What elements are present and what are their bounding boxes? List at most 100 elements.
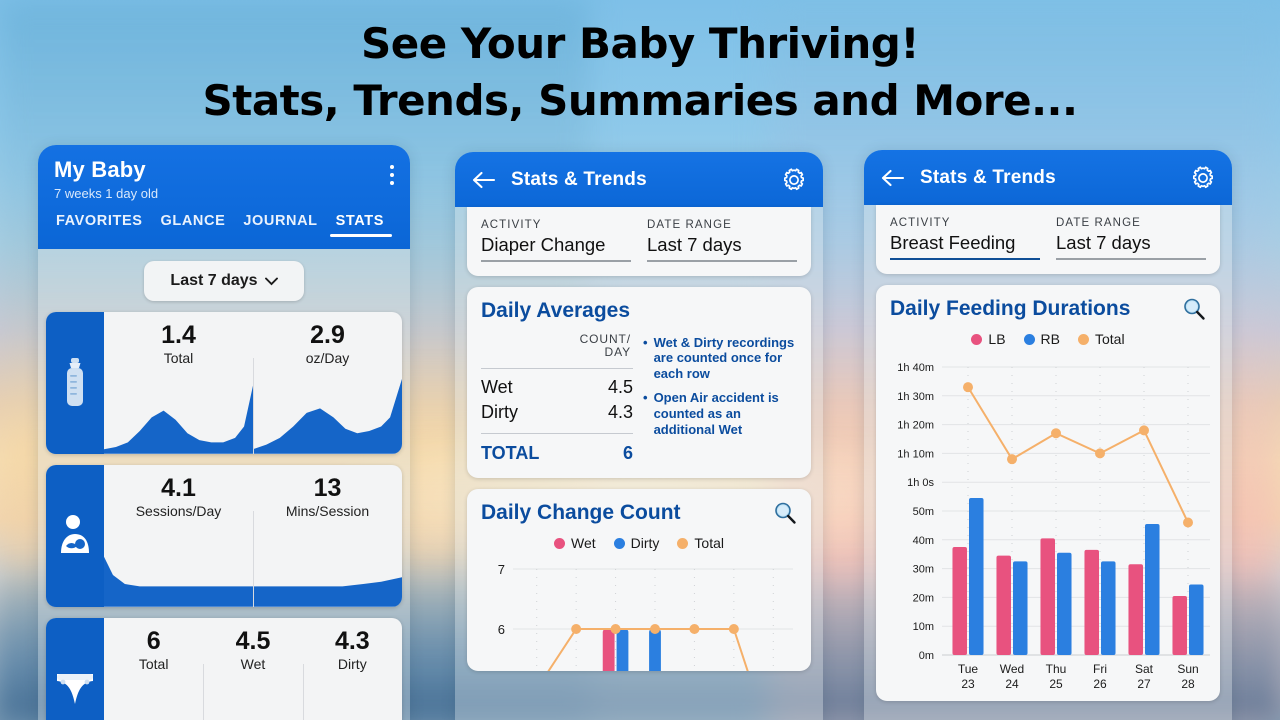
divider [481, 368, 633, 370]
legend-label: LB [988, 331, 1006, 347]
note-text: Wet & Dirty recordings are counted once … [653, 334, 795, 382]
svg-text:1h 10m: 1h 10m [897, 448, 934, 460]
svg-text:50m: 50m [913, 506, 934, 518]
stat-value: 4.1 [161, 474, 196, 502]
activity-selector[interactable]: ACTIVITY Diaper Change [481, 219, 631, 262]
legend-swatch [677, 537, 689, 549]
stat-label: Dirty [337, 656, 367, 673]
svg-text:Sun: Sun [1177, 662, 1198, 676]
svg-text:27: 27 [1137, 677, 1151, 691]
content-area: ACTIVITY Breast Feeding DATE RANGE Last … [864, 205, 1232, 701]
tab-glance[interactable]: GLANCE [161, 213, 226, 237]
legend-swatch [1078, 333, 1089, 345]
svg-text:Fri: Fri [1093, 662, 1107, 676]
content-area: ACTIVITY Diaper Change DATE RANGE Last 7… [455, 207, 823, 672]
gear-icon[interactable] [781, 167, 807, 193]
stat-card-breastfeeding[interactable]: 4.1 Sessions/Day 13 Mins/Session [46, 465, 402, 607]
breastfeeding-icon [46, 465, 104, 607]
daily-change-count-card: Daily Change Count Wet Dirty Total 567 [467, 489, 811, 672]
stat-cell: 2.9 oz/Day [253, 312, 402, 454]
app-bar: Stats & Trends [864, 150, 1232, 205]
headline-line-2: Stats, Trends, Summaries and More... [202, 76, 1078, 125]
stat-cell: 13 Mins/Session [253, 465, 402, 607]
chart-legend: Wet Dirty Total [481, 535, 797, 551]
magnifier-icon[interactable] [773, 501, 797, 525]
daily-change-count-chart[interactable]: 567 [481, 559, 797, 672]
stat-card-feeding-bottle[interactable]: 1.4 Total 2.9 oz/Day [46, 312, 402, 454]
legend-item-dirty: Dirty [613, 535, 659, 551]
table-row: Dirty 4.3 [481, 400, 633, 425]
magnifier-icon[interactable] [1182, 297, 1206, 321]
chevron-down-icon [264, 277, 278, 285]
svg-text:28: 28 [1181, 677, 1195, 691]
gear-icon[interactable] [1190, 165, 1216, 191]
legend-label: Total [1095, 331, 1125, 347]
stat-value: 4.3 [334, 627, 370, 655]
page-title: Stats & Trends [511, 168, 647, 190]
phone-screenshot-3: Stats & Trends ACTIVITY Breast Feeding D… [864, 150, 1232, 720]
svg-text:7: 7 [498, 562, 505, 577]
stat-cell: 4.1 Sessions/Day [104, 465, 253, 607]
phone-screenshot-2: Stats & Trends ACTIVITY Diaper Change DA… [455, 152, 823, 720]
date-range-label: DATE RANGE [647, 219, 732, 231]
sparkline [303, 678, 402, 720]
daily-feeding-durations-chart[interactable]: 0m 10m 20m 30m 40m 50m 1h 0s 1h 10m 1h 20m 1h 30m… [890, 355, 1210, 697]
field-underline [481, 260, 631, 262]
legend-item-rb: RB [1023, 331, 1060, 347]
stat-label: Mins/Session [285, 503, 370, 520]
divider [481, 433, 633, 435]
tab-journal[interactable]: JOURNAL [243, 213, 317, 237]
legend-label: Total [694, 535, 724, 552]
legend-swatch [554, 537, 565, 549]
date-range-selector[interactable]: DATE RANGE Last 7 days [647, 219, 797, 262]
legend-swatch [613, 537, 625, 549]
sparkline [104, 557, 253, 607]
sparkline [253, 379, 402, 454]
svg-text:Wed: Wed [1000, 662, 1024, 676]
legend-item-wet: Wet [554, 535, 596, 551]
app-bar: Stats & Trends [455, 152, 823, 207]
activity-value: Breast Feeding [890, 232, 1016, 253]
date-range-selector[interactable]: DATE RANGE Last 7 days [1056, 217, 1206, 260]
svg-text:Tue: Tue [958, 662, 979, 676]
field-underline [890, 258, 1040, 260]
kebab-menu-icon[interactable] [390, 165, 394, 189]
sparkline [104, 385, 253, 454]
back-arrow-icon[interactable] [471, 167, 497, 193]
svg-text:1h 0s: 1h 0s [907, 477, 934, 489]
card-title: Daily Averages [481, 298, 631, 322]
svg-text:26: 26 [1093, 677, 1107, 691]
stat-label: Sessions/Day [135, 503, 222, 520]
legend-item-lb: LB [971, 331, 1006, 347]
bullet-icon: • [643, 390, 648, 406]
headline: See Your Baby Thriving! Stats, Trends, S… [0, 0, 1280, 130]
sparkline [253, 577, 402, 607]
stat-value: 4.5 [235, 627, 271, 655]
activity-selector-card: ACTIVITY Diaper Change DATE RANGE Last 7… [467, 207, 811, 276]
svg-text:Thu: Thu [1046, 662, 1067, 676]
table-row-total: TOTAL 6 [481, 440, 633, 464]
date-range-selector[interactable]: Last 7 days [144, 261, 304, 301]
date-range-value: Last 7 days [647, 234, 742, 255]
svg-text:1h 40m: 1h 40m [897, 362, 934, 374]
card-title: Daily Feeding Durations [890, 297, 1131, 320]
stat-card-diaper[interactable]: 6 Total 4.5 Wet 4.3 Dirty [46, 618, 402, 720]
baby-age-subtitle: 7 weeks 1 day old [54, 186, 159, 201]
stat-label: Total [138, 656, 169, 673]
back-arrow-icon[interactable] [880, 165, 906, 191]
tab-stats[interactable]: STATS [329, 213, 393, 237]
svg-text:1h 20m: 1h 20m [897, 420, 934, 432]
legend-label: Wet [571, 535, 596, 552]
activity-label: ACTIVITY [481, 219, 542, 231]
field-underline [647, 260, 797, 262]
bullet-icon: • [643, 334, 648, 350]
stat-value: 1.4 [161, 321, 196, 349]
total-value: 6 [622, 443, 633, 464]
tab-favorites[interactable]: FAVORITES [56, 213, 143, 237]
svg-text:10m: 10m [913, 621, 934, 633]
note-text: Open Air accident is counted as an addit… [653, 390, 779, 437]
activity-selector[interactable]: ACTIVITY Breast Feeding [890, 217, 1040, 260]
date-range-label: Last 7 days [170, 272, 258, 289]
app-bar: My Baby 7 weeks 1 day old FAVORITES GLAN… [38, 145, 410, 249]
note-item: • Wet & Dirty recordings are counted onc… [643, 335, 797, 383]
